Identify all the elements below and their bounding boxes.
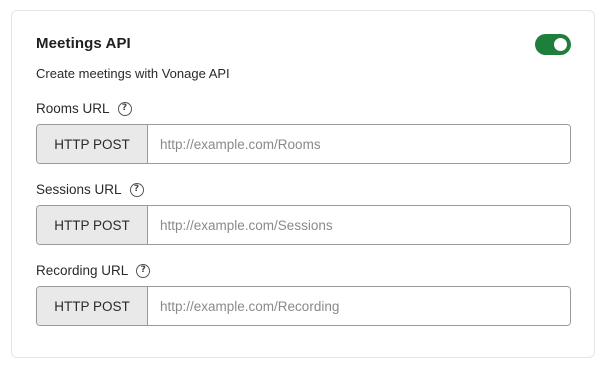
sessions-url-input[interactable] [148, 206, 570, 244]
section-subtitle: Create meetings with Vonage API [36, 66, 230, 81]
rooms-url-label: Rooms URL ? [36, 101, 132, 116]
sessions-url-label-text: Sessions URL [36, 182, 122, 197]
sessions-url-label: Sessions URL ? [36, 182, 144, 197]
toggle-knob [554, 38, 567, 51]
recording-url-input[interactable] [148, 287, 570, 325]
meetings-api-toggle[interactable] [535, 34, 571, 55]
sessions-url-group: HTTP POST [36, 205, 571, 245]
sessions-url-method: HTTP POST [37, 206, 148, 244]
recording-url-label-text: Recording URL [36, 263, 129, 278]
recording-url-method: HTTP POST [37, 287, 148, 325]
rooms-url-input[interactable] [148, 125, 570, 163]
rooms-url-group: HTTP POST [36, 124, 571, 164]
section-title: Meetings API [36, 35, 131, 52]
rooms-url-method: HTTP POST [37, 125, 148, 163]
recording-url-label: Recording URL ? [36, 263, 151, 278]
meetings-api-card: Meetings API Create meetings with Vonage… [11, 10, 595, 358]
help-icon[interactable]: ? [136, 263, 151, 278]
rooms-url-label-text: Rooms URL [36, 101, 110, 116]
help-icon[interactable]: ? [129, 182, 144, 197]
recording-url-group: HTTP POST [36, 286, 571, 326]
help-icon[interactable]: ? [117, 101, 132, 116]
